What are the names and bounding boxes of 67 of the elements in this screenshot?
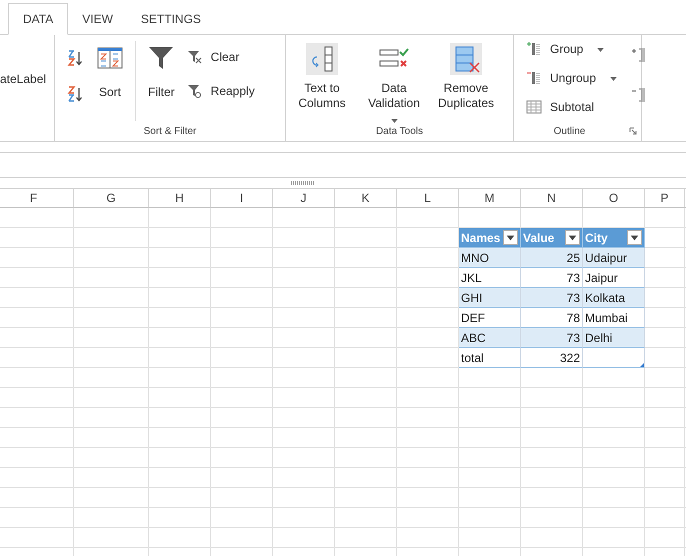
column-header[interactable]: K [335, 189, 397, 207]
table-cell: JKL [459, 268, 521, 288]
column-header[interactable]: J [273, 189, 335, 207]
ribbon-tab[interactable]: VIEW [68, 4, 127, 34]
funnel-refresh-icon [186, 83, 203, 99]
column-header[interactable]: H [149, 189, 211, 207]
columns-split-icon [306, 43, 338, 75]
column-header[interactable]: N [521, 189, 583, 207]
ungroup-button[interactable]: Ungroup [522, 70, 622, 86]
table-cell: 73 [521, 288, 583, 308]
column-header[interactable]: G [74, 189, 149, 207]
table-cell: total [459, 348, 521, 368]
table-cell: Mumbai [583, 308, 645, 328]
column-header[interactable]: O [583, 189, 645, 207]
table-cell: 73 [521, 328, 583, 348]
remove-duplicates-icon [450, 43, 482, 75]
column-header[interactable]: P [645, 189, 685, 207]
hide-detail-icon[interactable] [631, 87, 648, 103]
column-header[interactable]: I [211, 189, 273, 207]
group-label: Outline [552, 126, 586, 139]
column-header[interactable]: F [0, 189, 74, 207]
ribbon-label[interactable]: ateLabel [0, 72, 54, 86]
table-cell: GHI [459, 288, 521, 308]
filter-dropdown-icon[interactable] [503, 230, 518, 245]
sort-button[interactable]: Sort [89, 41, 131, 103]
table-resize-handle-icon[interactable] [640, 363, 644, 367]
clear-filter-button[interactable]: Clear [182, 49, 259, 65]
resize-grip-icon[interactable] [291, 181, 315, 185]
funnel-icon [148, 45, 174, 71]
ungroup-rows-icon [526, 70, 542, 86]
filter-dropdown-icon[interactable] [565, 230, 580, 245]
table-cell: Jaipur [583, 268, 645, 288]
sort-descending-icon[interactable] [67, 86, 83, 102]
header-label: City [585, 230, 608, 244]
filter-dropdown-icon[interactable] [627, 230, 642, 245]
subtotal-button[interactable]: Subtotal [522, 99, 622, 115]
table-cell: ABC [459, 328, 521, 348]
ribbon-tab[interactable]: SETTINGS [126, 4, 215, 34]
subtotal-icon [526, 99, 542, 115]
column-header[interactable]: L [397, 189, 459, 207]
table-cell: MNO [459, 248, 521, 268]
show-detail-icon[interactable] [631, 47, 648, 63]
table-cell: Kolkata [583, 288, 645, 308]
ribbon-tab[interactable]: DATA [8, 3, 68, 35]
dialog-launcher-icon[interactable] [629, 127, 637, 135]
group-label: Sort & Filter [142, 126, 198, 139]
remove-duplicates-button[interactable]: Remove Duplicates [430, 41, 502, 113]
data-validation-button[interactable]: Data Validation [358, 41, 430, 125]
table-cell: 73 [521, 268, 583, 288]
group-label: Data Tools [374, 126, 424, 139]
header-label: Names [461, 230, 500, 244]
table-cell: 322 [521, 348, 583, 368]
sort-ascending-icon[interactable] [67, 50, 83, 66]
table-cell: 78 [521, 308, 583, 328]
table-cell: 25 [521, 248, 583, 268]
group-button[interactable]: Group [522, 41, 622, 57]
funnel-cross-icon [186, 49, 203, 65]
header-label: Value [523, 230, 554, 244]
table-cell: Udaipur [583, 248, 645, 268]
table-cell: DEF [459, 308, 521, 328]
table-cell: Delhi [583, 328, 645, 348]
column-header[interactable]: M [459, 189, 521, 207]
text-to-columns-button[interactable]: Text to Columns [286, 41, 358, 113]
reapply-button[interactable]: Reapply [182, 83, 259, 99]
sort-icon [97, 45, 123, 71]
group-rows-icon [526, 41, 542, 57]
filter-button[interactable]: Filter [140, 41, 183, 103]
